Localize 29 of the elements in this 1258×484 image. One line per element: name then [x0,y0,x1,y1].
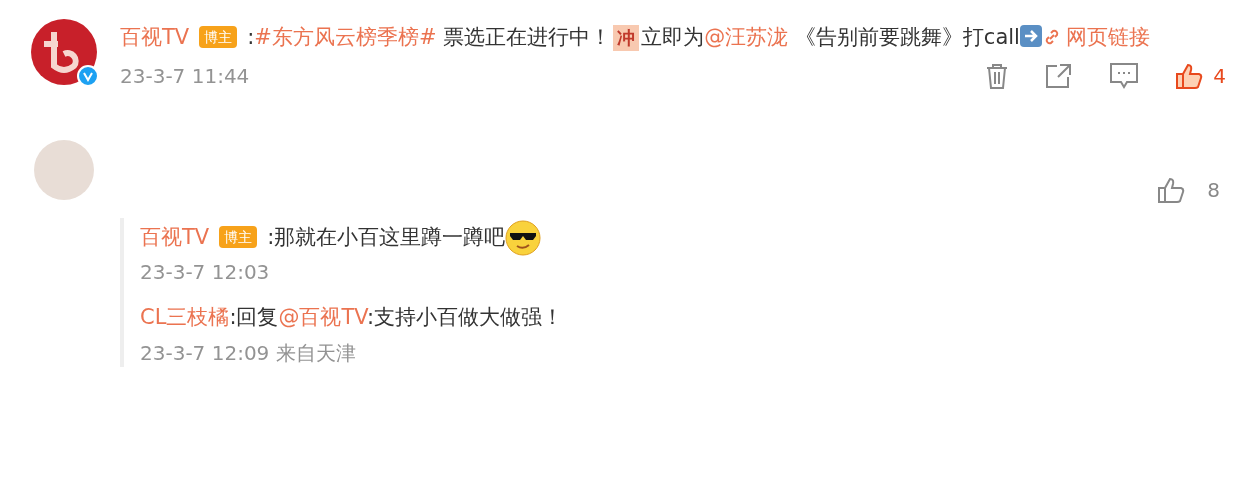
thumbs-up-icon[interactable] [1157,176,1186,204]
delete-icon[interactable] [985,62,1010,90]
comment-text: :那就在小百这里蹲一蹲吧 [267,225,506,249]
author-badge: 博主 [199,26,238,48]
web-link[interactable]: 网页链接 [1041,25,1150,49]
sunglasses-emoji-icon [505,220,542,256]
emoji-sticker: 冲 [613,25,640,51]
reply-time: 23-3-7 12:09 来自天津 [140,340,356,367]
mention-link[interactable]: #东方风云榜季榜# [254,25,437,49]
author-name[interactable]: CL三枝橘 [140,305,230,329]
author-badge: 博主 [219,226,258,248]
reply-time: 23-3-7 12:03 [140,260,270,284]
avatar [34,140,94,200]
author-name[interactable]: 百视TV [140,225,210,249]
like-count: 4 [1213,64,1226,88]
post-time: 23-3-7 11:44 [120,64,250,88]
comment-icon[interactable] [1109,62,1140,90]
share-icon[interactable] [1045,63,1074,89]
comment-text: 票选正在进行中！ [442,25,612,49]
mention-link[interactable]: @百视TV [278,305,367,329]
comment-text: 立即为 [641,25,705,49]
comment-text: 《告别前要跳舞》打call [793,25,1020,49]
comment-text: :回复 [229,305,279,329]
thumbs-up-icon[interactable] [1175,62,1204,90]
author-name[interactable]: 百视TV [120,25,190,49]
arrow-emoji-icon [1019,25,1042,47]
comment-text: : [247,25,255,49]
like-count: 8 [1207,178,1220,202]
mention-link[interactable]: @汪苏泷 [704,25,789,49]
